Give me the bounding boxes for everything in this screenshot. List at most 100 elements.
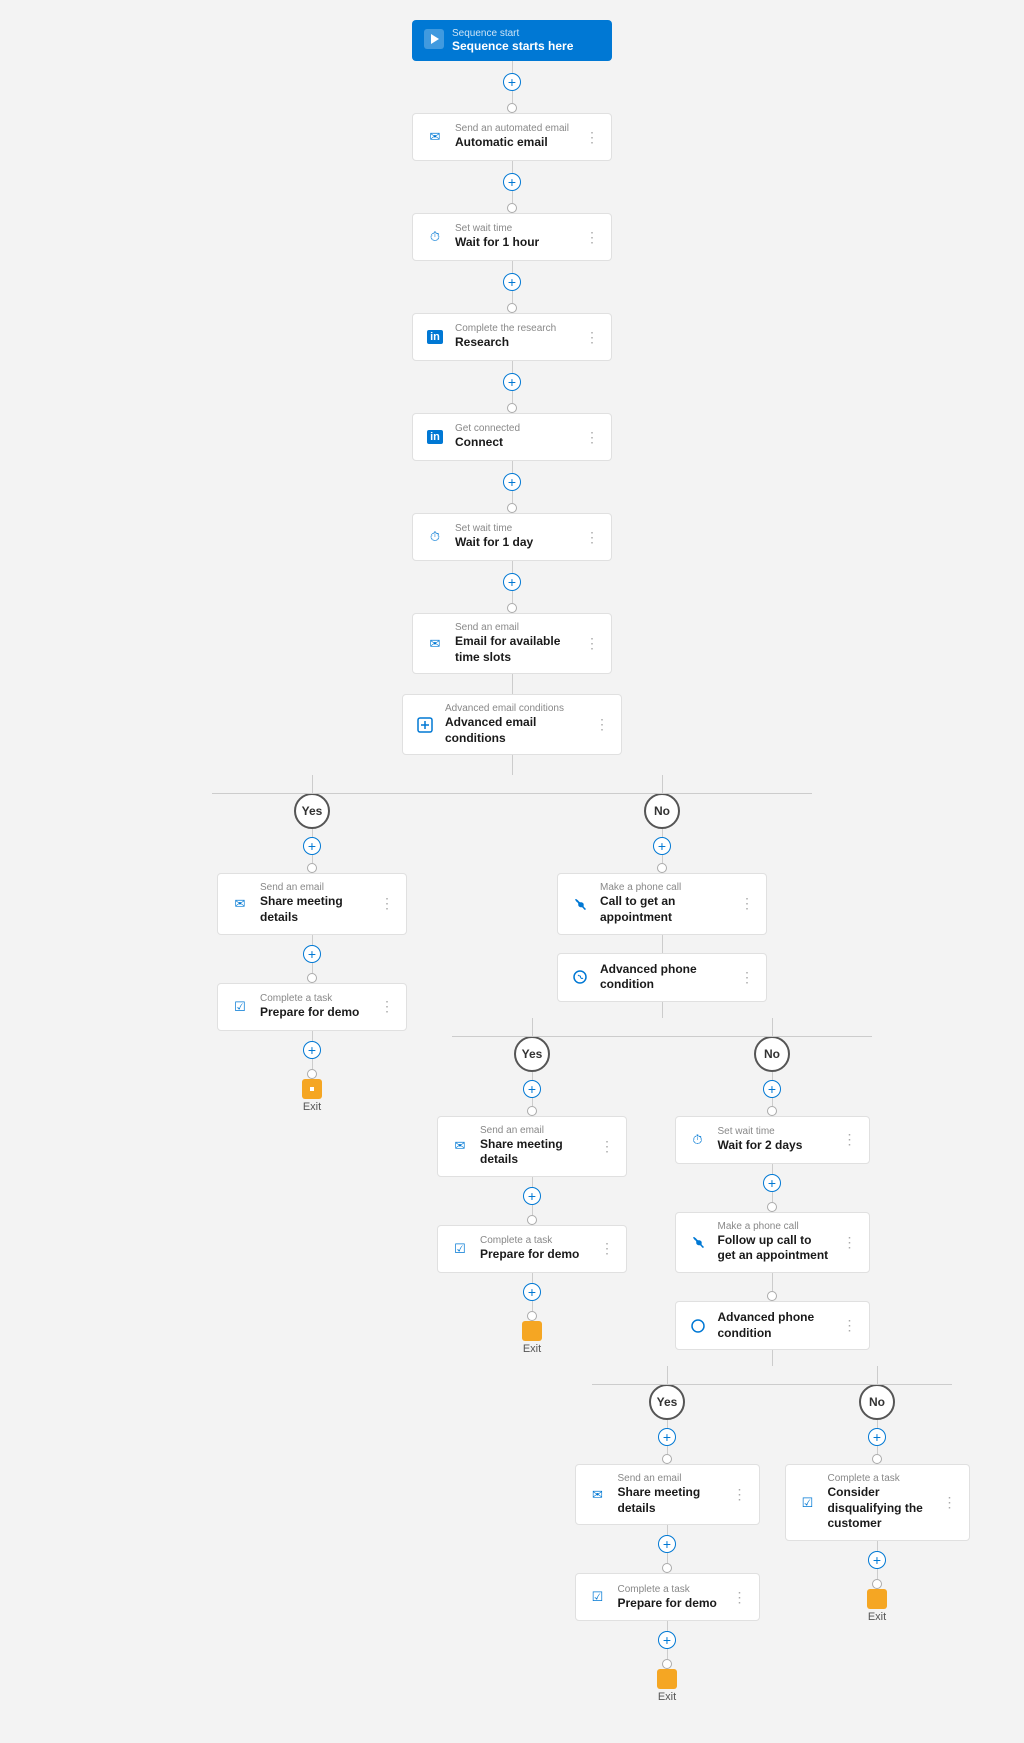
auto-email-label: Send an automated email bbox=[455, 123, 575, 135]
yes-arm-2: Yes + ✉ Send an email Share meeting det bbox=[422, 1018, 642, 1355]
no2-wait-text: Set wait time Wait for 2 days bbox=[718, 1126, 833, 1154]
yes2-prepare-demo-card: ☑ Complete a task Prepare for demo ⋮ bbox=[437, 1225, 627, 1273]
add-step-btn[interactable]: + bbox=[868, 1551, 886, 1569]
connector: + bbox=[658, 1621, 676, 1669]
connector: + bbox=[523, 1273, 541, 1321]
yes2-share-menu[interactable]: ⋮ bbox=[598, 1138, 616, 1155]
line bbox=[532, 1177, 533, 1187]
no1-call-title: Call to get an appointment bbox=[600, 894, 730, 925]
line bbox=[512, 261, 513, 273]
conn-dot bbox=[767, 1202, 777, 1212]
connector-6: + bbox=[503, 561, 521, 613]
connect-menu[interactable]: ⋮ bbox=[583, 429, 601, 446]
wait-1h-menu[interactable]: ⋮ bbox=[583, 229, 601, 246]
exit-node-2: Exit bbox=[522, 1321, 542, 1355]
email-icon-3: ✉ bbox=[586, 1483, 610, 1507]
connector: + bbox=[868, 1541, 886, 1589]
add-step-btn[interactable]: + bbox=[503, 373, 521, 391]
add-step-btn[interactable]: + bbox=[303, 1041, 321, 1059]
line bbox=[532, 1205, 533, 1215]
connector: + bbox=[763, 1164, 781, 1212]
wait-1d-menu[interactable]: ⋮ bbox=[583, 529, 601, 546]
line bbox=[662, 829, 663, 837]
add-step-btn[interactable]: + bbox=[523, 1187, 541, 1205]
line bbox=[667, 1525, 668, 1535]
yes1-prepare-title: Prepare for demo bbox=[260, 1005, 370, 1021]
start-title: Sequence starts here bbox=[452, 39, 573, 53]
yes1-share-title: Share meeting details bbox=[260, 894, 370, 925]
add-step-btn-yes3[interactable]: + bbox=[658, 1428, 676, 1446]
add-step-btn[interactable]: + bbox=[303, 945, 321, 963]
no3-disqualify-menu[interactable]: ⋮ bbox=[941, 1494, 959, 1511]
no2-adv-phone-menu[interactable]: ⋮ bbox=[841, 1317, 859, 1334]
no1-adv-phone-menu[interactable]: ⋮ bbox=[738, 969, 756, 986]
add-step-btn-yes1[interactable]: + bbox=[303, 837, 321, 855]
connect-title: Connect bbox=[455, 435, 575, 451]
line bbox=[512, 461, 513, 473]
add-step-btn[interactable]: + bbox=[763, 1174, 781, 1192]
add-step-btn[interactable]: + bbox=[503, 273, 521, 291]
adv-email-icon bbox=[413, 713, 437, 737]
branch-h-line bbox=[212, 793, 812, 794]
wait-1d-label: Set wait time bbox=[455, 523, 575, 535]
no-label-1: No bbox=[644, 793, 680, 829]
email-timeslots-label: Send an email bbox=[455, 622, 575, 634]
no1-call-menu[interactable]: ⋮ bbox=[738, 895, 756, 912]
line bbox=[667, 1446, 668, 1454]
line bbox=[772, 1164, 773, 1174]
add-step-btn-no1[interactable]: + bbox=[653, 837, 671, 855]
line bbox=[312, 1031, 313, 1041]
add-step-btn[interactable]: + bbox=[658, 1535, 676, 1553]
line bbox=[532, 1098, 533, 1106]
yes-label-3: Yes bbox=[649, 1384, 685, 1420]
yes3-share-menu[interactable]: ⋮ bbox=[731, 1486, 749, 1503]
email-timeslots-menu[interactable]: ⋮ bbox=[583, 635, 601, 652]
branch-3-row: Yes + ✉ Sen bbox=[562, 1366, 982, 1703]
add-step-btn[interactable]: + bbox=[503, 173, 521, 191]
add-step-btn[interactable]: + bbox=[503, 473, 521, 491]
wait-icon: ⏱ bbox=[423, 225, 447, 249]
yes2-prepare-text: Complete a task Prepare for demo bbox=[480, 1235, 590, 1263]
no2-wait-label: Set wait time bbox=[718, 1126, 833, 1138]
no2-followup-menu[interactable]: ⋮ bbox=[841, 1234, 859, 1251]
line bbox=[312, 963, 313, 973]
add-step-btn-yes2[interactable]: + bbox=[523, 1080, 541, 1098]
yes3-share-title: Share meeting details bbox=[618, 1485, 723, 1516]
exit-icon-2 bbox=[522, 1321, 542, 1341]
yes1-share-text: Send an email Share meeting details bbox=[260, 882, 370, 925]
no2-wait-menu[interactable]: ⋮ bbox=[841, 1131, 859, 1148]
auto-email-menu[interactable]: ⋮ bbox=[583, 129, 601, 146]
line bbox=[667, 1621, 668, 1631]
auto-email-title: Automatic email bbox=[455, 135, 575, 151]
line bbox=[312, 855, 313, 863]
research-label: Complete the research bbox=[455, 323, 575, 335]
exit-node-no3: Exit bbox=[867, 1589, 887, 1623]
conn-dot bbox=[767, 1106, 777, 1116]
linkedin-icon-2: in bbox=[423, 425, 447, 449]
yes3-prepare-menu[interactable]: ⋮ bbox=[731, 1589, 749, 1606]
yes3-prepare-title: Prepare for demo bbox=[618, 1596, 723, 1612]
add-step-btn[interactable]: + bbox=[658, 1631, 676, 1649]
add-step-btn-no3[interactable]: + bbox=[868, 1428, 886, 1446]
exit-label-3: Exit bbox=[658, 1691, 676, 1703]
add-step-btn[interactable]: + bbox=[503, 573, 521, 591]
yes2-share-title: Share meeting details bbox=[480, 1137, 590, 1168]
connector-2: + bbox=[503, 161, 521, 213]
no2-followup-call-card: Make a phone call Follow up call to get … bbox=[675, 1212, 870, 1273]
research-menu[interactable]: ⋮ bbox=[583, 329, 601, 346]
add-step-btn[interactable]: + bbox=[503, 73, 521, 91]
yes1-share-menu[interactable]: ⋮ bbox=[378, 895, 396, 912]
adv-email-label: Advanced email conditions bbox=[445, 703, 585, 715]
wait-1h-title: Wait for 1 hour bbox=[455, 235, 575, 251]
adv-email-menu[interactable]: ⋮ bbox=[593, 716, 611, 733]
task-icon-3: ☑ bbox=[586, 1585, 610, 1609]
branch-2-container: Yes + ✉ Send an email Share meeting det bbox=[462, 1002, 862, 1704]
wait-1d-card: ⏱ Set wait time Wait for 1 day ⋮ bbox=[412, 513, 612, 561]
branch-h-line-3 bbox=[592, 1384, 952, 1385]
yes1-prepare-menu[interactable]: ⋮ bbox=[378, 998, 396, 1015]
line bbox=[532, 1018, 533, 1036]
add-step-btn[interactable]: + bbox=[523, 1283, 541, 1301]
yes2-prepare-menu[interactable]: ⋮ bbox=[598, 1240, 616, 1257]
add-step-btn-no2[interactable]: + bbox=[763, 1080, 781, 1098]
connector-5: + bbox=[503, 461, 521, 513]
